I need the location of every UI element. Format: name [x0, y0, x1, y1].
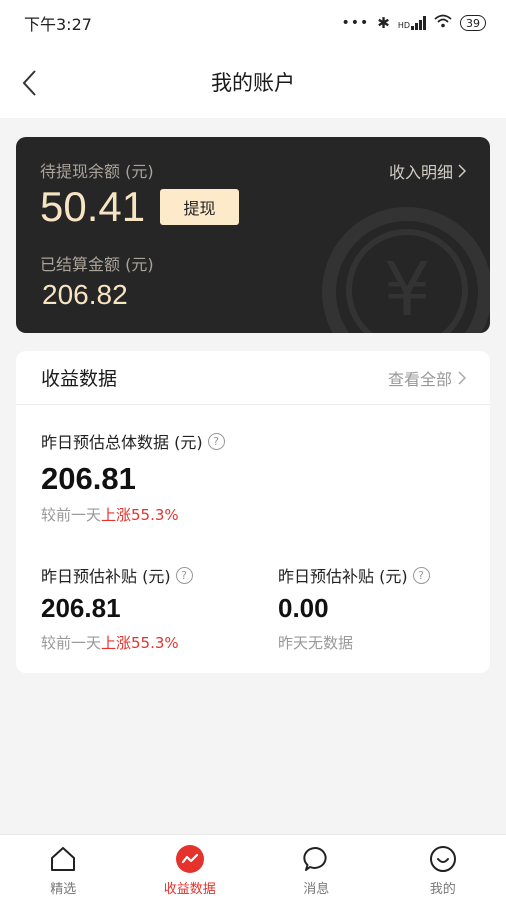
- tab-featured[interactable]: 精选: [0, 835, 127, 900]
- hd-signal-icon: HD: [398, 16, 426, 30]
- tab-earnings-label: 收益数据: [163, 882, 216, 897]
- profile-icon: [428, 844, 458, 874]
- home-icon: [48, 844, 78, 874]
- chevron-right-icon: [458, 370, 466, 385]
- subsidy-left-value: 206.81: [41, 593, 121, 623]
- settled-amount-label: 已结算金额 (元): [40, 255, 154, 274]
- more-dots-icon: •••: [341, 15, 370, 31]
- help-icon[interactable]: ?: [412, 566, 430, 584]
- bottom-tab-bar: 精选 收益数据 消息 我的: [0, 834, 506, 900]
- total-estimate-value: 206.81: [41, 461, 136, 496]
- tab-earnings[interactable]: 收益数据: [127, 835, 254, 900]
- battery-icon: 39: [460, 15, 486, 31]
- compare-prefix: 较前一天: [41, 634, 102, 652]
- tab-messages-label: 消息: [303, 882, 330, 897]
- message-icon: [301, 844, 331, 874]
- earnings-icon: [175, 844, 205, 874]
- subsidy-left-label-text: 昨日预估补贴 (元): [41, 567, 171, 586]
- settled-amount: 206.82: [42, 279, 128, 310]
- battery-level: 39: [466, 16, 480, 30]
- compare-change: 上涨55.3%: [101, 634, 179, 652]
- earnings-header: 收益数据 查看全部: [16, 351, 490, 405]
- tab-messages[interactable]: 消息: [253, 835, 380, 900]
- withdraw-button[interactable]: 提现: [160, 189, 239, 225]
- wifi-icon: [434, 14, 452, 32]
- total-estimate-label-text: 昨日预估总体数据 (元): [41, 433, 203, 452]
- balance-card: ¥ 待提现余额 (元) 50.41 提现 收入明细 已结算金额 (元) 206.…: [16, 137, 490, 333]
- tab-featured-label: 精选: [50, 882, 77, 897]
- status-bar: 下午3:27 ••• ✱ HD 39: [0, 0, 506, 46]
- compare-change: 上涨55.3%: [101, 506, 179, 524]
- earnings-title: 收益数据: [41, 368, 118, 390]
- total-estimate-label: 昨日预估总体数据 (元) ?: [41, 429, 225, 453]
- subsidy-right-label: 昨日预估补贴 (元) ?: [278, 563, 430, 587]
- earnings-card: 收益数据 查看全部 昨日预估总体数据 (元) ? 206.81 较前一天上涨55…: [16, 351, 490, 673]
- bluetooth-icon: ✱: [377, 14, 390, 32]
- subsidy-right-label-text: 昨日预估补贴 (元): [278, 567, 408, 586]
- page-title: 我的账户: [211, 71, 295, 95]
- help-icon[interactable]: ?: [207, 432, 225, 450]
- status-time: 下午3:27: [24, 15, 92, 34]
- income-detail-label: 收入明细: [388, 163, 453, 182]
- tab-profile[interactable]: 我的: [380, 835, 506, 900]
- pending-balance-amount: 50.41: [40, 183, 146, 230]
- subsidy-right-value: 0.00: [278, 593, 329, 623]
- chevron-right-icon: [458, 164, 466, 178]
- subsidy-right-note: 昨天无数据: [278, 634, 354, 652]
- income-detail-link[interactable]: 收入明细: [389, 159, 466, 183]
- subsidy-left-compare: 较前一天上涨55.3%: [41, 632, 179, 653]
- chevron-left-icon: [22, 70, 36, 96]
- status-icons: ••• ✱ HD 39: [341, 14, 486, 32]
- network-type-label: HD: [397, 21, 410, 30]
- back-button[interactable]: [14, 66, 44, 100]
- subsidy-left-label: 昨日预估补贴 (元) ?: [41, 563, 193, 587]
- view-all-link[interactable]: 查看全部: [388, 366, 466, 390]
- compare-prefix: 较前一天: [41, 506, 102, 524]
- pending-balance-label: 待提现余额 (元): [40, 162, 154, 181]
- nav-bar: 我的账户: [0, 46, 506, 118]
- total-estimate-compare: 较前一天上涨55.3%: [41, 504, 179, 525]
- help-icon[interactable]: ?: [175, 566, 193, 584]
- tab-profile-label: 我的: [429, 882, 456, 897]
- view-all-label: 查看全部: [387, 369, 452, 389]
